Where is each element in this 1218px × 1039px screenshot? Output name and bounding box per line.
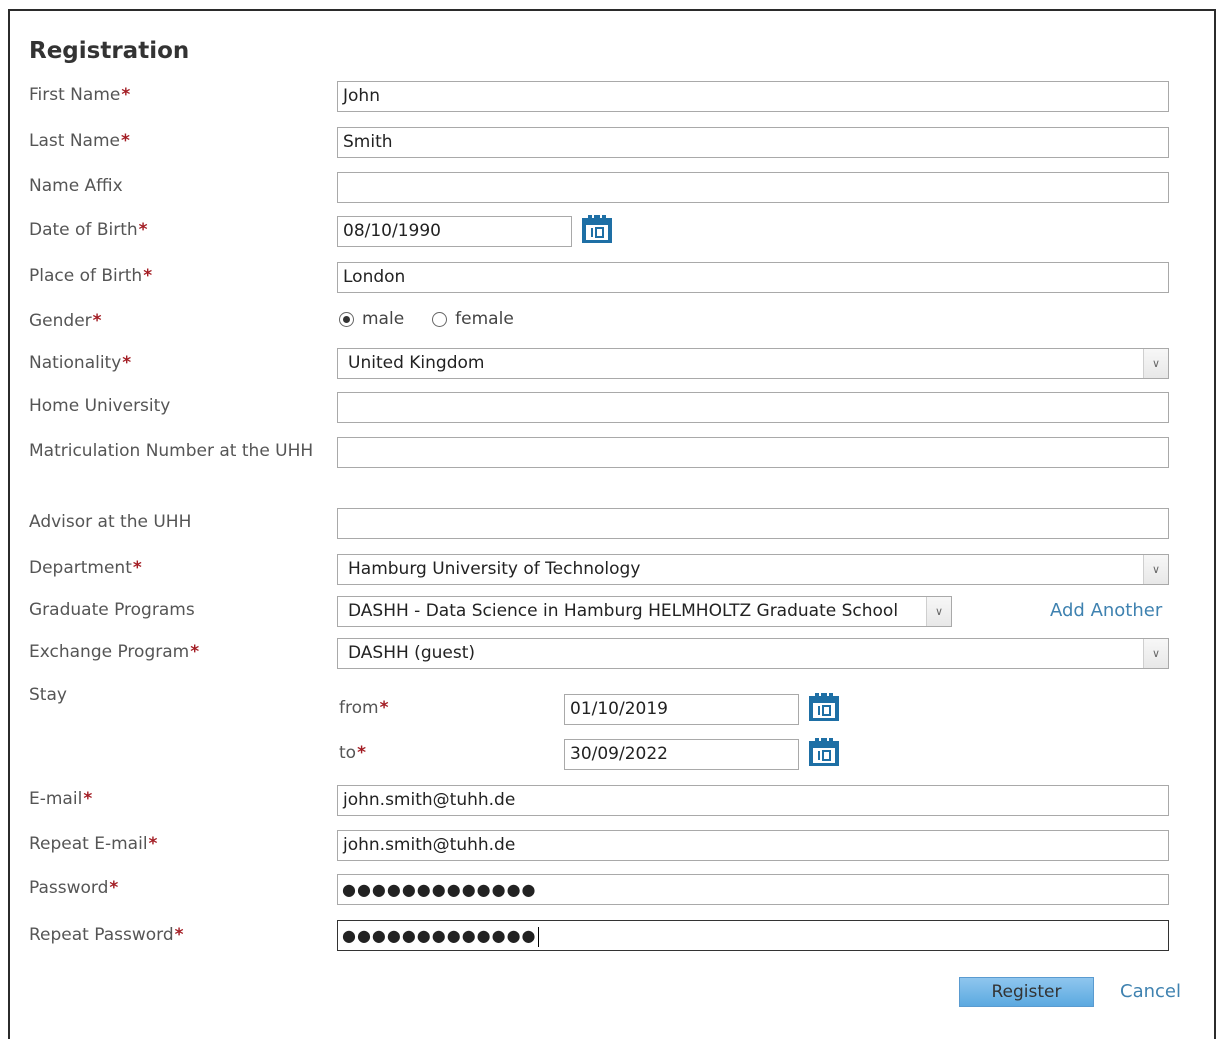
- exchange-program-value: DASHH (guest): [348, 643, 475, 663]
- repeat-password-label: Repeat Password*: [29, 925, 184, 945]
- chevron-down-icon[interactable]: ∨: [1143, 555, 1168, 584]
- gender-label: Gender*: [29, 311, 102, 331]
- add-another-link[interactable]: Add Another: [1050, 600, 1162, 621]
- graduate-programs-select[interactable]: DASHH - Data Science in Hamburg HELMHOLT…: [337, 596, 952, 627]
- calendar-icon[interactable]: [807, 692, 841, 722]
- calendar-icon[interactable]: [807, 737, 841, 767]
- name-affix-label: Name Affix: [29, 176, 123, 196]
- repeat-email-label: Repeat E-mail*: [29, 834, 158, 854]
- home-university-input[interactable]: [337, 392, 1169, 423]
- required-marker: *: [190, 642, 200, 662]
- nationality-label: Nationality*: [29, 353, 132, 373]
- department-label: Department*: [29, 558, 142, 578]
- gender-radio-group: male female: [339, 309, 514, 329]
- matriculation-number-input[interactable]: [337, 437, 1169, 468]
- advisor-input[interactable]: [337, 508, 1169, 539]
- text-caret: [537, 926, 539, 947]
- register-button[interactable]: Register: [959, 977, 1094, 1007]
- required-marker: *: [120, 131, 130, 151]
- department-value: Hamburg University of Technology: [348, 559, 641, 579]
- gender-female-label[interactable]: female: [455, 309, 514, 329]
- required-marker: *: [357, 743, 366, 763]
- required-marker: *: [138, 220, 148, 240]
- graduate-programs-label: Graduate Programs: [29, 600, 195, 620]
- stay-to-input[interactable]: 30/09/2022: [564, 739, 799, 770]
- required-marker: *: [121, 85, 131, 105]
- name-affix-input[interactable]: [337, 172, 1169, 203]
- graduate-programs-value: DASHH - Data Science in Hamburg HELMHOLT…: [348, 601, 899, 621]
- required-marker: *: [109, 878, 119, 898]
- required-marker: *: [379, 698, 389, 718]
- required-marker: *: [92, 311, 102, 331]
- exchange-program-label: Exchange Program*: [29, 642, 200, 662]
- first-name-label: First Name*: [29, 85, 131, 105]
- password-input[interactable]: ●●●●●●●●●●●●●: [337, 874, 1169, 905]
- nationality-value: United Kingdom: [348, 353, 485, 373]
- required-marker: *: [148, 834, 158, 854]
- chevron-down-icon[interactable]: ∨: [1143, 639, 1168, 668]
- gender-male-label[interactable]: male: [362, 309, 404, 329]
- email-input[interactable]: john.smith@tuhh.de: [337, 785, 1169, 816]
- place-of-birth-input[interactable]: London: [337, 262, 1169, 293]
- advisor-label: Advisor at the UHH: [29, 512, 192, 532]
- required-marker: *: [132, 558, 142, 578]
- exchange-program-select[interactable]: DASHH (guest) ∨: [337, 638, 1169, 669]
- stay-label: Stay: [29, 685, 67, 705]
- nationality-select[interactable]: United Kingdom ∨: [337, 348, 1169, 379]
- matriculation-number-label: Matriculation Number at the UHH: [29, 441, 314, 461]
- calendar-icon[interactable]: [580, 214, 614, 244]
- repeat-password-input[interactable]: ●●●●●●●●●●●●●: [337, 920, 1169, 951]
- chevron-down-icon[interactable]: ∨: [926, 597, 951, 626]
- department-select[interactable]: Hamburg University of Technology ∨: [337, 554, 1169, 585]
- chevron-down-icon[interactable]: ∨: [1143, 349, 1168, 378]
- required-marker: *: [174, 925, 184, 945]
- stay-to-label: to*: [339, 743, 366, 763]
- date-of-birth-input[interactable]: 08/10/1990: [337, 216, 572, 247]
- last-name-input[interactable]: Smith: [337, 127, 1169, 158]
- required-marker: *: [143, 266, 153, 286]
- date-of-birth-label: Date of Birth*: [29, 220, 148, 240]
- stay-from-label: from*: [339, 698, 389, 718]
- required-marker: *: [83, 789, 93, 809]
- repeat-password-value: ●●●●●●●●●●●●●: [342, 926, 537, 945]
- last-name-label: Last Name*: [29, 131, 130, 151]
- email-label: E-mail*: [29, 789, 93, 809]
- gender-male-radio[interactable]: [339, 311, 354, 327]
- required-marker: *: [122, 353, 132, 373]
- password-label: Password*: [29, 878, 119, 898]
- repeat-email-input[interactable]: john.smith@tuhh.de: [337, 830, 1169, 861]
- stay-from-input[interactable]: 01/10/2019: [564, 694, 799, 725]
- home-university-label: Home University: [29, 396, 171, 416]
- page-title: Registration: [29, 38, 190, 64]
- gender-female-radio[interactable]: [432, 311, 448, 327]
- cancel-link[interactable]: Cancel: [1120, 981, 1181, 1002]
- first-name-input[interactable]: John: [337, 81, 1169, 112]
- place-of-birth-label: Place of Birth*: [29, 266, 153, 286]
